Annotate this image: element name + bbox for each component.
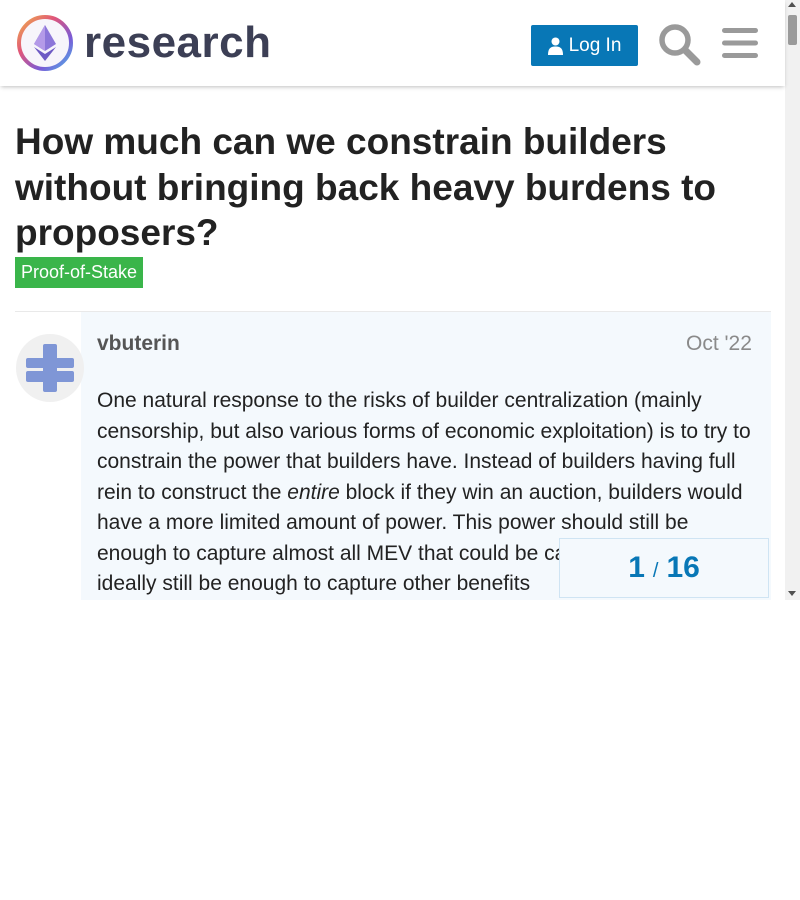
- site-header: research Log In: [0, 0, 785, 86]
- login-button[interactable]: Log In: [531, 25, 638, 66]
- vertical-scrollbar[interactable]: [785, 0, 800, 600]
- login-button-label: Log In: [568, 34, 622, 56]
- post-text-emphasis: entire: [287, 480, 340, 504]
- scroll-up-arrow-icon[interactable]: [788, 2, 796, 7]
- category-badge[interactable]: Proof-of-Stake: [15, 257, 144, 288]
- topic-title[interactable]: How much can we constrain builders witho…: [15, 119, 735, 256]
- progress-total: 16: [666, 551, 700, 584]
- search-icon[interactable]: [657, 22, 701, 66]
- hamburger-menu-icon[interactable]: [720, 26, 760, 60]
- user-icon: [547, 37, 563, 55]
- topic-progress[interactable]: 1 / 16: [559, 538, 769, 598]
- progress-separator: /: [652, 559, 659, 582]
- avatar[interactable]: [16, 334, 84, 402]
- page-viewport: research Log In How much can we constrai…: [0, 0, 800, 600]
- post-author[interactable]: vbuterin: [97, 330, 180, 358]
- post-date[interactable]: Oct '22: [686, 330, 752, 358]
- scroll-thumb[interactable]: [788, 15, 797, 45]
- progress-current: 1: [628, 551, 645, 584]
- site-name[interactable]: research: [84, 14, 271, 72]
- ethereum-logo[interactable]: [16, 14, 74, 72]
- scroll-down-arrow-icon[interactable]: [788, 591, 796, 596]
